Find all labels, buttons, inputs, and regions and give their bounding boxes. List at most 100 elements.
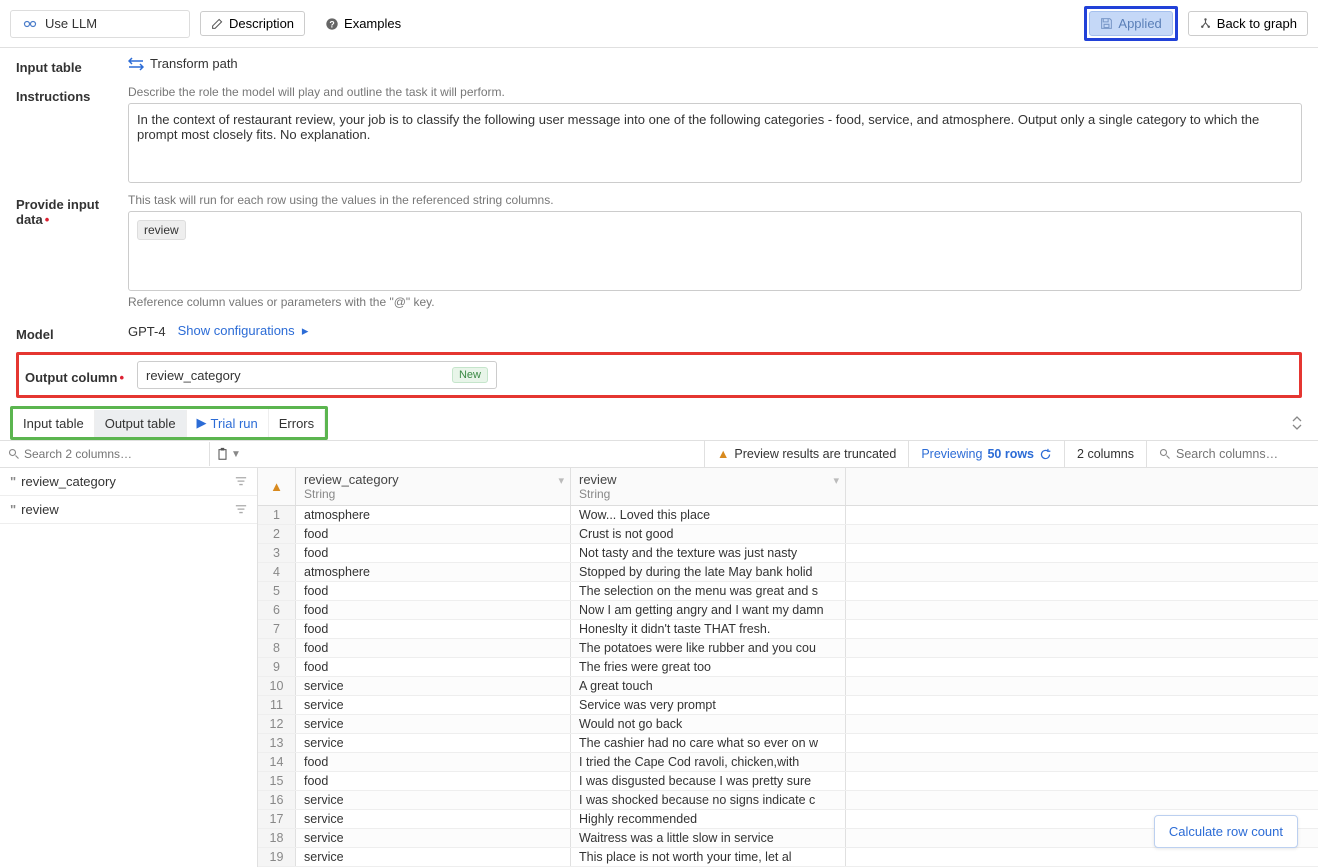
cell-review[interactable]: The cashier had no care what so ever on …	[571, 734, 846, 752]
search-columns-input-left[interactable]	[24, 447, 201, 461]
table-row[interactable]: 15foodI was disgusted because I was pret…	[258, 772, 1318, 791]
instructions-hint: Describe the role the model will play an…	[128, 85, 1302, 99]
cell-review-category[interactable]: food	[296, 525, 571, 543]
cell-review-category[interactable]: service	[296, 696, 571, 714]
sidebar-column-item[interactable]: "review_category	[0, 468, 257, 496]
cell-review[interactable]: Service was very prompt	[571, 696, 846, 714]
col-header-review-category[interactable]: review_category String ▾	[296, 468, 571, 505]
toolbar: Use LLM Description ? Examples Applied B…	[0, 0, 1318, 48]
row-number: 12	[258, 715, 296, 733]
cell-review-category[interactable]: service	[296, 715, 571, 733]
table-row[interactable]: 9foodThe fries were great too	[258, 658, 1318, 677]
cell-review-category[interactable]: service	[296, 829, 571, 847]
cell-review-category[interactable]: food	[296, 753, 571, 771]
cell-review[interactable]: Waitress was a little slow in service	[571, 829, 846, 847]
table-row[interactable]: 11serviceService was very prompt	[258, 696, 1318, 715]
cell-review[interactable]: This place is not worth your time, let a…	[571, 848, 846, 866]
description-button[interactable]: Description	[200, 11, 305, 36]
search-columns-left[interactable]	[0, 442, 210, 466]
cell-review[interactable]: The fries were great too	[571, 658, 846, 676]
table-row[interactable]: 10serviceA great touch	[258, 677, 1318, 696]
row-number: 11	[258, 696, 296, 714]
row-number: 18	[258, 829, 296, 847]
cell-review-category[interactable]: food	[296, 620, 571, 638]
cell-review[interactable]: Now I am getting angry and I want my dam…	[571, 601, 846, 619]
use-llm-selector[interactable]: Use LLM	[10, 10, 190, 38]
cell-review-category[interactable]: service	[296, 791, 571, 809]
cell-review[interactable]: I was shocked because no signs indicate …	[571, 791, 846, 809]
filter-icon[interactable]	[235, 476, 247, 488]
search-icon	[8, 448, 20, 460]
cell-review-category[interactable]: service	[296, 734, 571, 752]
cell-review-category[interactable]: food	[296, 658, 571, 676]
cell-review[interactable]: Honeslty it didn't taste THAT fresh.	[571, 620, 846, 638]
save-icon	[1100, 17, 1113, 30]
chevron-down-icon[interactable]: ▼	[231, 449, 241, 460]
cell-review[interactable]: Highly recommended	[571, 810, 846, 828]
table-row[interactable]: 2foodCrust is not good	[258, 525, 1318, 544]
cell-review[interactable]: Not tasty and the texture was just nasty	[571, 544, 846, 562]
cell-review[interactable]: I tried the Cape Cod ravoli, chicken,wit…	[571, 753, 846, 771]
table-row[interactable]: 6foodNow I am getting angry and I want m…	[258, 601, 1318, 620]
transform-path-text[interactable]: Transform path	[150, 56, 238, 71]
cell-review-category[interactable]: service	[296, 677, 571, 695]
filter-icon[interactable]	[235, 504, 247, 516]
input-chip-review[interactable]: review	[137, 220, 186, 240]
search-columns-input-right[interactable]	[1176, 447, 1306, 461]
cell-review-category[interactable]: atmosphere	[296, 563, 571, 581]
table-row[interactable]: 1atmosphereWow... Loved this place	[258, 506, 1318, 525]
tab-errors[interactable]: Errors	[269, 410, 325, 437]
table-row[interactable]: 8foodThe potatoes were like rubber and y…	[258, 639, 1318, 658]
cell-review-category[interactable]: atmosphere	[296, 506, 571, 524]
cell-review-category[interactable]: service	[296, 848, 571, 866]
expand-icon[interactable]	[1286, 412, 1308, 434]
output-column-input[interactable]: review_category New	[137, 361, 497, 389]
show-configurations-link[interactable]: Show configurations ▸	[178, 323, 309, 339]
col-header-review[interactable]: review String ▾	[571, 468, 846, 505]
cell-review[interactable]: Crust is not good	[571, 525, 846, 543]
applied-highlight: Applied	[1084, 6, 1177, 41]
cell-review-category[interactable]: food	[296, 582, 571, 600]
previewing-rows[interactable]: Previewing 50 rows	[908, 441, 1064, 467]
applied-button[interactable]: Applied	[1089, 11, 1172, 36]
table-row[interactable]: 3foodNot tasty and the texture was just …	[258, 544, 1318, 563]
cell-review[interactable]: I was disgusted because I was pretty sur…	[571, 772, 846, 790]
warning-icon: ▲	[717, 447, 729, 461]
sidebar-column-item[interactable]: "review	[0, 496, 257, 524]
cell-review[interactable]: Would not go back	[571, 715, 846, 733]
table-row[interactable]: 5foodThe selection on the menu was great…	[258, 582, 1318, 601]
cell-review[interactable]: Wow... Loved this place	[571, 506, 846, 524]
cell-review[interactable]: The selection on the menu was great and …	[571, 582, 846, 600]
calculate-row-count-button[interactable]: Calculate row count	[1154, 815, 1298, 848]
column-menu-icon[interactable]: ▾	[833, 474, 839, 487]
table-row[interactable]: 13serviceThe cashier had no care what so…	[258, 734, 1318, 753]
table-row[interactable]: 7foodHoneslty it didn't taste THAT fresh…	[258, 620, 1318, 639]
row-number: 15	[258, 772, 296, 790]
instructions-textarea[interactable]: In the context of restaurant review, you…	[128, 103, 1302, 183]
tab-input-table[interactable]: Input table	[13, 410, 95, 437]
tab-trial-run[interactable]: ▶ Trial run	[187, 409, 269, 437]
cell-review[interactable]: A great touch	[571, 677, 846, 695]
cell-review-category[interactable]: service	[296, 810, 571, 828]
search-columns-right[interactable]	[1146, 441, 1318, 467]
column-menu-icon[interactable]: ▾	[558, 474, 564, 487]
cell-review[interactable]: Stopped by during the late May bank holi…	[571, 563, 846, 581]
table-row[interactable]: 4atmosphereStopped by during the late Ma…	[258, 563, 1318, 582]
cell-review-category[interactable]: food	[296, 772, 571, 790]
cell-review[interactable]: The potatoes were like rubber and you co…	[571, 639, 846, 657]
tab-output-table[interactable]: Output table	[95, 410, 187, 437]
table-row[interactable]: 16serviceI was shocked because no signs …	[258, 791, 1318, 810]
cell-review-category[interactable]: food	[296, 639, 571, 657]
table-row[interactable]: 19serviceThis place is not worth your ti…	[258, 848, 1318, 867]
clipboard-icon[interactable]	[216, 447, 229, 461]
cell-review-category[interactable]: food	[296, 601, 571, 619]
cell-review-category[interactable]: food	[296, 544, 571, 562]
provide-input-textarea[interactable]: review	[128, 211, 1302, 291]
examples-button[interactable]: ? Examples	[315, 12, 411, 35]
table-row[interactable]: 14foodI tried the Cape Cod ravoli, chick…	[258, 753, 1318, 772]
row-number: 19	[258, 848, 296, 866]
back-to-graph-button[interactable]: Back to graph	[1188, 11, 1308, 36]
row-number: 2	[258, 525, 296, 543]
table-row[interactable]: 12serviceWould not go back	[258, 715, 1318, 734]
row-number: 10	[258, 677, 296, 695]
